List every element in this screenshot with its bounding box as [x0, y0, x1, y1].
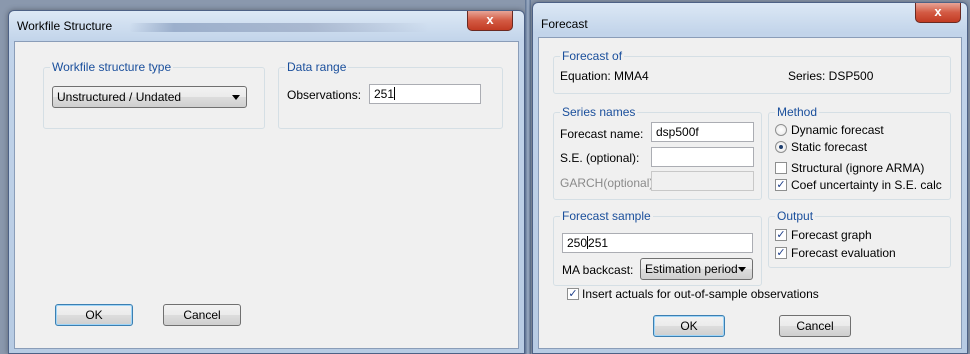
output-group: Output ✓ Forecast graph ✓ Forecast evalu… [768, 209, 951, 268]
forecast-client-area: Forecast of Equation: MMA4 Series: DSP50… [538, 37, 962, 349]
observations-input[interactable]: 251 [369, 84, 481, 104]
forecast-sample-group: Forecast sample 250251 MA backcast: Esti… [553, 209, 762, 286]
series-names-legend: Series names [560, 105, 638, 119]
workfile-cancel-button[interactable]: Cancel [163, 304, 241, 326]
forecast-name-label: Forecast name: [560, 127, 644, 141]
forecast-title-bar[interactable]: Forecast x [533, 3, 967, 33]
garch-input[interactable] [651, 171, 754, 191]
ma-backcast-label: MA backcast: [562, 263, 634, 277]
static-forecast-label[interactable]: Static forecast [791, 140, 867, 154]
workfile-client-area: Workfile structure type Unstructured / U… [14, 41, 519, 349]
static-forecast-radio[interactable] [775, 141, 787, 153]
forecast-cancel-button[interactable]: Cancel [779, 315, 851, 337]
sample-value-start: 250 [567, 236, 588, 250]
dynamic-forecast-label[interactable]: Dynamic forecast [791, 123, 884, 137]
forecast-evaluation-label[interactable]: Forecast evaluation [791, 246, 896, 260]
workfile-structure-type-legend: Workfile structure type [50, 60, 174, 74]
dynamic-forecast-radio[interactable] [775, 124, 787, 136]
se-label: S.E. (optional): [560, 151, 640, 165]
se-input[interactable] [651, 147, 754, 167]
series-text: Series: DSP500 [788, 69, 874, 83]
forecast-evaluation-checkbox[interactable]: ✓ [775, 247, 787, 259]
forecast-sample-legend: Forecast sample [560, 209, 653, 223]
insert-actuals-label[interactable]: Insert actuals for out-of-sample observa… [582, 287, 819, 301]
forecast-close-button[interactable]: x [915, 3, 961, 23]
window-separator [525, 0, 531, 354]
forecast-name-value: dsp500f [656, 125, 699, 139]
forecast-of-legend: Forecast of [560, 49, 625, 63]
data-range-legend: Data range [285, 60, 349, 74]
structural-checkbox[interactable] [775, 162, 787, 174]
workfile-window-title: Workfile Structure [17, 19, 113, 33]
ma-backcast-value: Estimation period [645, 262, 738, 276]
forecast-name-input[interactable]: dsp500f [651, 122, 754, 142]
forecast-graph-checkbox[interactable]: ✓ [775, 229, 787, 241]
method-group: Method Dynamic forecast Static forecast … [768, 105, 951, 200]
blurred-title-region [129, 23, 429, 32]
equation-text: Equation: MMA4 [560, 69, 649, 83]
forecast-graph-label[interactable]: Forecast graph [791, 228, 872, 242]
method-legend: Method [775, 105, 820, 119]
structure-type-value: Unstructured / Undated [57, 90, 182, 104]
workfile-close-button[interactable]: x [467, 11, 513, 31]
output-legend: Output [775, 209, 816, 223]
insert-actuals-checkbox[interactable]: ✓ [567, 288, 579, 300]
forecast-of-group: Forecast of Equation: MMA4 Series: DSP50… [553, 49, 951, 94]
garch-label: GARCH(optional): [560, 176, 657, 190]
structural-label[interactable]: Structural (ignore ARMA) [791, 161, 924, 175]
workfile-structure-type-group: Workfile structure type Unstructured / U… [43, 60, 265, 129]
workfile-title-bar[interactable]: Workfile Structure x [9, 11, 524, 41]
sample-value-end: 251 [588, 236, 609, 250]
ma-backcast-select[interactable]: Estimation period [640, 258, 753, 280]
coef-uncertainty-checkbox[interactable]: ✓ [775, 179, 787, 191]
forecast-sample-input[interactable]: 250251 [562, 233, 753, 253]
radio-selected-dot [779, 145, 783, 149]
coef-uncertainty-label[interactable]: Coef uncertainty in S.E. calc [791, 178, 942, 192]
data-range-group: Data range Observations: 251 [278, 60, 503, 129]
observations-value: 251 [374, 87, 395, 101]
workfile-structure-window: Workfile Structure x Workfile structure … [8, 10, 525, 354]
workfile-ok-button[interactable]: OK [55, 304, 133, 326]
text-caret [394, 87, 396, 100]
chevron-down-icon [232, 95, 240, 100]
forecast-window-title: Forecast [541, 17, 588, 31]
chevron-down-icon [738, 267, 746, 272]
forecast-ok-button[interactable]: OK [653, 315, 725, 337]
structure-type-select[interactable]: Unstructured / Undated [52, 86, 247, 108]
forecast-window: Forecast x Forecast of Equation: MMA4 Se… [532, 2, 968, 354]
observations-label: Observations: [287, 88, 362, 102]
series-names-group: Series names Forecast name: dsp500f S.E.… [553, 105, 762, 200]
